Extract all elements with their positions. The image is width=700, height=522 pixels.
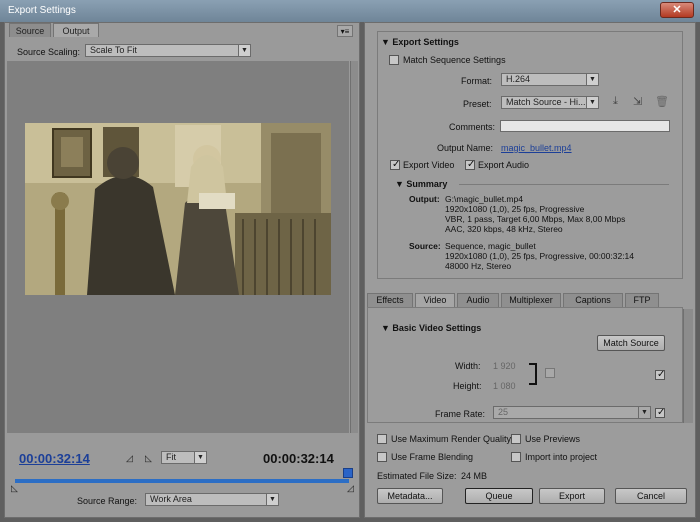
chevron-down-icon: ▼ [266, 494, 278, 505]
tab-video[interactable]: Video [415, 293, 455, 307]
tab-audio[interactable]: Audio [457, 293, 499, 307]
cancel-button[interactable]: Cancel [615, 488, 687, 504]
current-timecode[interactable]: 00:00:32:14 [19, 451, 90, 466]
source-scaling-dropdown[interactable]: Scale To Fit ▼ [85, 44, 251, 57]
settings-panel: ▼ Export Settings Match Sequence Setting… [364, 22, 696, 518]
tab-source[interactable]: Source [9, 23, 51, 37]
basic-video-title: Basic Video Settings [392, 323, 482, 333]
source-range-dropdown[interactable]: Work Area ▼ [145, 493, 279, 506]
close-icon: ✕ [672, 4, 682, 16]
source-range-label: Source Range: [77, 496, 138, 506]
export-button[interactable]: Export [539, 488, 605, 504]
height-value[interactable]: 1 080 [493, 381, 516, 391]
size-override-checkbox[interactable] [655, 369, 665, 380]
tab-effects[interactable]: Effects [367, 293, 413, 307]
set-in-point-icon[interactable]: ◿ [126, 453, 133, 464]
frame-rate-value: 25 [498, 407, 509, 417]
link-bracket [529, 363, 537, 385]
preview-area [7, 61, 349, 433]
basic-video-header[interactable]: ▼ Basic Video Settings [381, 323, 481, 333]
use-previews-checkbox[interactable] [511, 434, 521, 444]
duration-timecode: 00:00:32:14 [263, 451, 334, 466]
max-render-quality-label: Use Maximum Render Quality [391, 434, 512, 444]
timeline-scrubber[interactable] [15, 479, 349, 483]
close-button[interactable]: ✕ [660, 2, 694, 18]
constrain-proportions-icon[interactable] [545, 368, 555, 378]
tab-captions[interactable]: Captions [563, 293, 623, 307]
out-point-marker-icon[interactable]: ◿ [347, 483, 354, 494]
metadata-button[interactable]: Metadata... [377, 488, 443, 504]
preview-scrollbar[interactable] [350, 61, 358, 433]
estimated-size-label: Estimated File Size: [377, 471, 457, 481]
height-label: Height: [453, 381, 482, 391]
import-into-project-checkbox[interactable] [511, 452, 521, 462]
tab-output[interactable]: Output [53, 23, 99, 37]
source-range-value: Work Area [150, 494, 192, 504]
chevron-down-icon: ▼ [194, 452, 206, 463]
width-value[interactable]: 1 920 [493, 361, 516, 371]
use-previews-label: Use Previews [525, 434, 581, 444]
window-title: Export Settings [8, 5, 76, 16]
match-source-button[interactable]: Match Source [597, 335, 665, 351]
source-scaling-label: Source Scaling: [17, 47, 81, 57]
width-label: Width: [455, 361, 481, 371]
zoom-dropdown[interactable]: Fit ▼ [161, 451, 207, 464]
set-out-point-icon[interactable]: ◺ [145, 453, 152, 464]
max-render-quality-checkbox[interactable] [377, 434, 387, 444]
frame-rate-label: Frame Rate: [435, 409, 486, 419]
import-into-project-label: Import into project [525, 452, 598, 462]
settings-scrollbar[interactable] [683, 309, 693, 423]
playhead-handle[interactable] [343, 468, 353, 478]
queue-button[interactable]: Queue [465, 488, 533, 504]
title-bar: Export Settings ✕ [0, 0, 700, 22]
frame-blending-label: Use Frame Blending [391, 452, 474, 462]
video-preview-image [25, 123, 331, 295]
chevron-down-icon: ▼ [638, 407, 650, 418]
frame-rate-override-checkbox[interactable] [655, 407, 665, 418]
tab-ftp[interactable]: FTP [625, 293, 659, 307]
video-frame-illustration [25, 123, 331, 295]
in-point-marker-icon[interactable]: ◺ [11, 483, 18, 494]
chevron-down-icon: ▼ [238, 45, 250, 56]
menu-icon: ▾≡ [340, 27, 350, 36]
source-scaling-value: Scale To Fit [90, 45, 137, 55]
tab-multiplexer[interactable]: Multiplexer [501, 293, 561, 307]
estimated-size-value: 24 MB [461, 471, 488, 481]
panel-menu-button[interactable]: ▾≡ [337, 25, 353, 37]
preview-panel: Source Output ▾≡ Source Scaling: Scale T… [4, 22, 360, 518]
frame-rate-dropdown[interactable]: 25 ▼ [493, 406, 651, 419]
export-settings-box [377, 31, 683, 279]
zoom-value: Fit [166, 452, 176, 462]
frame-blending-checkbox[interactable] [377, 452, 387, 462]
